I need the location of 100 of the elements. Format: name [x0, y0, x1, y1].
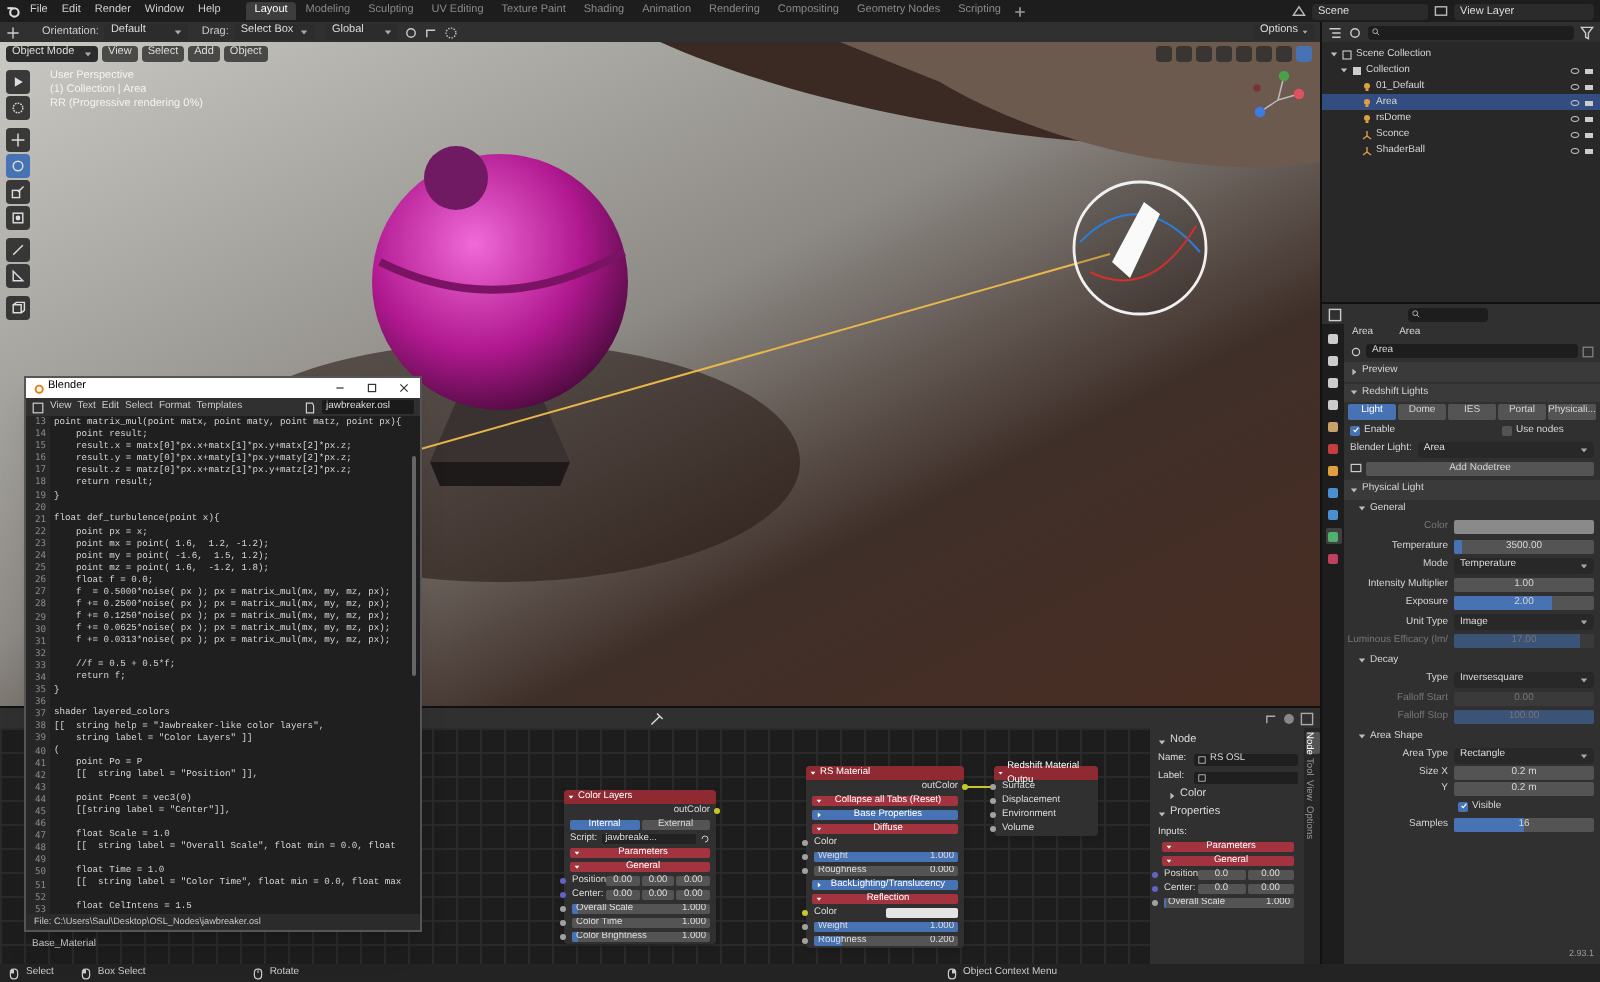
- display-mode-icon: [1328, 25, 1342, 39]
- caret-icon: [810, 770, 816, 776]
- funnel-icon: [1580, 25, 1594, 39]
- socket-icon[interactable]: [990, 798, 996, 804]
- mouse-icon: [945, 967, 958, 979]
- add-cube-tool-icon[interactable]: [6, 296, 30, 320]
- socket-icon[interactable]: [802, 910, 808, 916]
- blender-logo-icon: [6, 4, 20, 18]
- close-icon: [398, 382, 410, 394]
- caret-icon[interactable]: [1158, 809, 1166, 817]
- editor-type-icon: [32, 401, 44, 413]
- data-tab-icon[interactable]: [1325, 528, 1341, 544]
- world-tab-icon[interactable]: [1325, 440, 1341, 456]
- pin-icon: [650, 711, 664, 725]
- mesh-icon: [1362, 129, 1372, 139]
- checkbox-box[interactable]: [1502, 425, 1512, 436]
- minimize-icon: [334, 382, 346, 394]
- socket-icon[interactable]: [802, 854, 808, 860]
- text-field[interactable]: [1194, 771, 1298, 783]
- caret-icon: [299, 28, 308, 36]
- socket-icon[interactable]: [560, 934, 566, 940]
- object-tab-icon[interactable]: [1325, 462, 1341, 478]
- socket-icon[interactable]: [560, 906, 566, 912]
- scene-icon: [1292, 4, 1306, 18]
- reload-icon: [700, 834, 710, 844]
- text-file-icon: [304, 401, 316, 413]
- caret-icon[interactable]: [1350, 367, 1358, 376]
- checkbox-box[interactable]: [1458, 801, 1468, 812]
- mouse-icon: [251, 967, 264, 979]
- caret-icon: [84, 50, 92, 58]
- socket-icon[interactable]: [802, 938, 808, 944]
- maximize-icon: [366, 382, 378, 394]
- measure-tool-icon[interactable]: [6, 264, 30, 288]
- scrollbar[interactable]: [412, 456, 416, 676]
- socket-icon[interactable]: [962, 784, 968, 790]
- caret-icon: [816, 882, 822, 888]
- tool-tab-icon[interactable]: [1325, 330, 1341, 346]
- move-tool-icon[interactable]: [6, 128, 30, 152]
- editor-type-icon: [1300, 711, 1314, 725]
- search-field[interactable]: [1408, 307, 1488, 321]
- caret-icon[interactable]: [1330, 50, 1338, 58]
- caret-icon: [998, 770, 1004, 776]
- mesh-icon: [1362, 145, 1372, 155]
- proportional-edit-icon: [443, 25, 458, 39]
- light-icon: [1362, 97, 1372, 107]
- socket-icon[interactable]: [1152, 900, 1158, 906]
- caret-icon: [173, 28, 182, 36]
- pivot-icon: [403, 25, 418, 39]
- socket-icon[interactable]: [990, 784, 996, 790]
- caret-icon: [383, 28, 392, 36]
- search-icon: [1372, 28, 1380, 36]
- socket-icon[interactable]: [714, 808, 720, 814]
- checkmark-icon: [1351, 426, 1359, 435]
- rotate-tool-icon[interactable]: [6, 154, 30, 178]
- annotate-tool-icon[interactable]: [6, 238, 30, 262]
- search-field[interactable]: [1368, 25, 1574, 39]
- transform-icon: [6, 25, 20, 39]
- view-layer-icon: [1434, 4, 1448, 18]
- material-tab-icon[interactable]: [1325, 550, 1341, 566]
- filter-icon: [1348, 25, 1362, 39]
- caret-icon: [568, 794, 574, 800]
- socket-icon[interactable]: [802, 840, 808, 846]
- caret-icon[interactable]: [1168, 791, 1176, 799]
- light-icon: [1362, 81, 1372, 91]
- caret-icon: [574, 864, 580, 870]
- caret-icon: [1166, 858, 1172, 864]
- mouse-icon: [8, 967, 20, 979]
- caret-icon: [816, 798, 822, 804]
- checkbox-box[interactable]: [1350, 425, 1360, 436]
- caret-icon[interactable]: [1158, 737, 1166, 745]
- light-icon: [1362, 113, 1372, 123]
- color-swatch[interactable]: [886, 908, 958, 918]
- checkmark-icon: [1459, 802, 1467, 811]
- editor-type-icon: [1328, 307, 1342, 321]
- snap-icon: [423, 25, 438, 39]
- scene-tab-icon[interactable]: [1325, 418, 1341, 434]
- scale-tool-icon[interactable]: [6, 180, 30, 204]
- node-tree-icon: [1350, 462, 1362, 475]
- socket-icon[interactable]: [802, 868, 808, 874]
- socket-icon[interactable]: [802, 924, 808, 930]
- search-icon: [1412, 310, 1420, 318]
- caret-icon[interactable]: [1340, 66, 1348, 74]
- cursor-tool-icon[interactable]: [6, 96, 30, 120]
- transform-tool-icon[interactable]: [6, 206, 30, 230]
- caret-icon: [816, 896, 822, 902]
- select-tool-icon[interactable]: [6, 70, 30, 94]
- datablock-icon: [1198, 773, 1206, 781]
- datablock-icon: [1198, 755, 1206, 763]
- physics-tab-icon[interactable]: [1325, 484, 1341, 500]
- output-tab-icon[interactable]: [1325, 374, 1341, 390]
- mouse-icon: [79, 967, 92, 979]
- socket-icon[interactable]: [990, 826, 996, 832]
- socket-icon[interactable]: [990, 812, 996, 818]
- render-tab-icon[interactable]: [1325, 352, 1341, 368]
- caret-icon: [816, 812, 822, 818]
- fake-user-icon: [1582, 345, 1594, 357]
- constraints-tab-icon[interactable]: [1325, 506, 1341, 522]
- view-layer-tab-icon[interactable]: [1325, 396, 1341, 412]
- caret-icon: [574, 850, 580, 856]
- socket-icon[interactable]: [560, 920, 566, 926]
